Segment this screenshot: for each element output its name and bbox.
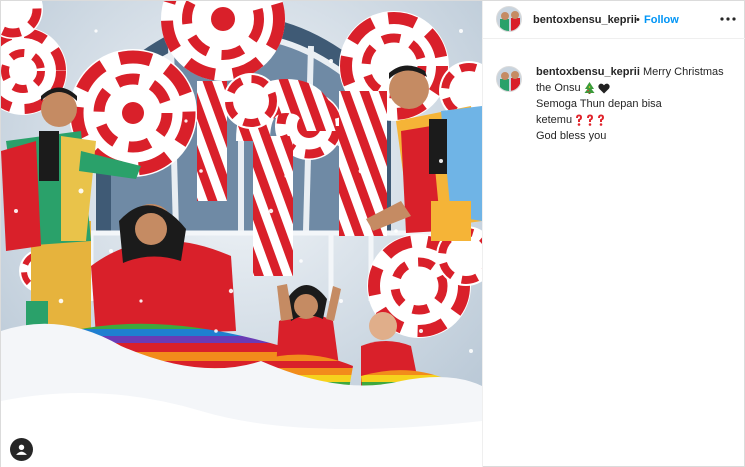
header-username[interactable]: bentoxbensu_keprii [533,14,637,26]
post-side-panel: bentoxbensu_keprii • Follow bentoxbensu_… [482,1,745,467]
post-header: bentoxbensu_keprii • Follow [483,1,745,39]
avatar-image [497,67,521,91]
red-question-mark-icon [598,114,605,126]
caption-text: bentoxbensu_keprii Merry Christmas the O… [536,64,736,144]
follow-button[interactable]: Follow [644,14,679,26]
caption-line-2: the Onsu [536,82,581,94]
instagram-post: bentoxbensu_keprii • Follow bentoxbensu_… [0,0,745,467]
more-options-button[interactable] [718,9,738,29]
avatar-image [497,7,521,31]
user-tag-icon [16,444,27,455]
header-avatar[interactable] [496,6,522,32]
caption-line-3: Semoga Thun depan bisa [536,98,662,110]
caption-avatar[interactable] [496,66,522,92]
caption-line-4: ketemu [536,114,573,126]
christmas-tree-icon [584,82,595,95]
caption-line-1: Merry Christmas [642,66,724,78]
caption-username[interactable]: bentoxbensu_keprii [536,66,640,78]
red-question-mark-icon [576,114,583,126]
christmas-family-photo [1,1,482,467]
red-question-mark-icon [587,114,594,126]
header-separator: • [636,14,640,26]
black-heart-icon [598,83,610,94]
user-tag-button[interactable] [10,438,33,461]
caption-line-5: God bless you [536,130,607,142]
more-horizontal-icon [720,17,736,21]
post-photo[interactable] [1,1,482,467]
